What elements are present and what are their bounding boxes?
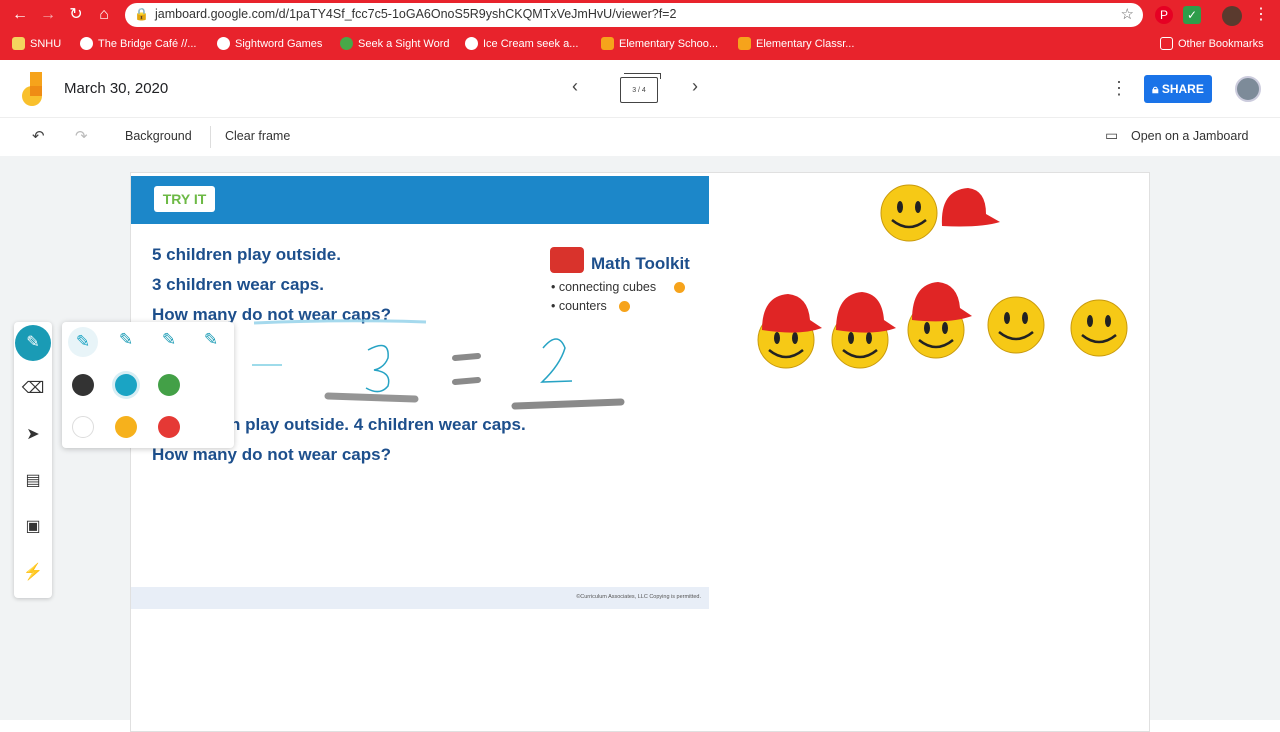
clear-frame-button[interactable]: Clear frame — [225, 129, 290, 143]
profile-avatar[interactable] — [1222, 6, 1242, 26]
handwriting-layer — [252, 338, 625, 410]
url-text: jamboard.google.com/d/1paTY4Sf_fcc7c5-1o… — [155, 7, 677, 21]
pen-tool-icon[interactable]: ✎ — [15, 325, 51, 361]
color-swatch-black[interactable] — [72, 374, 94, 396]
forward-icon[interactable]: → — [38, 5, 58, 25]
redo-icon[interactable]: ↷ — [75, 127, 88, 145]
bookmark-item[interactable]: SNHU — [12, 37, 61, 50]
jam-title[interactable]: March 30, 2020 — [64, 80, 168, 97]
lock-icon: 🔒︎ — [1152, 82, 1162, 96]
sticky-note-icon[interactable]: ▤ — [14, 470, 52, 490]
worksheet-line: 3 children wear caps. — [152, 275, 324, 294]
browser-chrome: ← → ↻ ⌂ 🔒 jamboard.google.com/d/1paTY4Sf… — [0, 0, 1280, 60]
frame-counter[interactable]: 3 / 4 — [620, 73, 661, 103]
cast-icon[interactable]: ▭ — [1105, 127, 1118, 144]
try-it-badge: TRY IT — [154, 186, 215, 212]
lock-icon: 🔒 — [134, 7, 149, 21]
worksheet-footer: ©Curriculum Associates, LLC Copying is p… — [131, 587, 709, 609]
pen-type-icon[interactable]: ✎ — [68, 327, 98, 357]
red-cap-sticker[interactable] — [941, 188, 1000, 227]
laser-icon[interactable]: ⚡ — [14, 562, 52, 582]
jamboard-logo — [22, 72, 42, 106]
bookmark-item[interactable]: Seek a Sight Word — [340, 37, 450, 50]
pen-options-popup: ✎ ✎ ✎ ✎ — [62, 322, 234, 448]
account-avatar[interactable] — [1235, 76, 1261, 102]
extension-icon[interactable]: ✓ — [1183, 6, 1201, 24]
worksheet-line: 5 children play outside. — [152, 245, 341, 264]
bookmark-item[interactable]: Ice Cream seek a... — [465, 37, 578, 50]
smiley-sticker[interactable] — [1070, 299, 1128, 357]
divider — [210, 126, 211, 148]
background-button[interactable]: Background — [125, 129, 192, 143]
pinterest-icon[interactable]: P — [1155, 6, 1173, 24]
color-swatch-yellow[interactable] — [115, 416, 137, 438]
smiley-sticker[interactable] — [880, 184, 938, 242]
back-icon[interactable]: ← — [10, 5, 30, 25]
smiley-with-cap[interactable] — [757, 294, 822, 369]
address-row: ← → ↻ ⌂ 🔒 jamboard.google.com/d/1paTY4Sf… — [0, 0, 1280, 30]
sticker-layer — [757, 184, 1128, 369]
bookmark-item[interactable]: Elementary Classr... — [738, 37, 854, 50]
worksheet-question: How many do not wear caps? — [152, 445, 391, 464]
frame-toolbar: ↶ ↷ Background Clear frame ▭ Open on a J… — [0, 118, 1280, 156]
counter-icon — [619, 301, 630, 312]
smiley-with-cap[interactable] — [907, 282, 972, 359]
smiley-sticker[interactable] — [987, 296, 1045, 354]
browser-menu-icon[interactable]: ⋮ — [1251, 5, 1271, 25]
share-button[interactable]: 🔒︎ SHARE — [1144, 75, 1212, 103]
bookmark-item[interactable]: Elementary Schoo... — [601, 37, 718, 50]
smiley-with-cap[interactable] — [831, 292, 896, 369]
math-toolkit-title: Math Toolkit — [591, 254, 690, 273]
home-icon[interactable]: ⌂ — [94, 5, 114, 25]
bookmark-star-icon[interactable]: ☆ — [1121, 5, 1134, 23]
eraser-icon[interactable]: ⌫ — [14, 378, 52, 398]
undo-icon[interactable]: ↶ — [32, 127, 45, 145]
reload-icon[interactable]: ↻ — [66, 5, 86, 25]
color-swatch-white[interactable] — [72, 416, 94, 438]
select-icon[interactable]: ➤ — [14, 424, 52, 444]
color-swatch-blue[interactable] — [115, 374, 137, 396]
toolbox-icon — [550, 247, 584, 273]
jamboard-header: March 30, 2020 ‹ 3 / 4 › ⋮ 🔒︎ SHARE — [0, 60, 1280, 118]
add-image-icon[interactable]: ▣ — [14, 516, 52, 536]
more-options-icon[interactable]: ⋮ — [1110, 78, 1128, 99]
next-frame-icon[interactable]: › — [692, 76, 698, 97]
url-bar[interactable]: 🔒 jamboard.google.com/d/1paTY4Sf_fcc7c5-… — [125, 3, 1143, 27]
bookmarks-bar: SNHU The Bridge Café //... Sightword Gam… — [0, 32, 1280, 58]
tool-rail: ⌫ ➤ ▤ ▣ ⚡ — [14, 322, 52, 598]
color-swatch-green[interactable] — [158, 374, 180, 396]
toolkit-item: • connecting cubes — [551, 280, 657, 294]
prev-frame-icon[interactable]: ‹ — [572, 76, 578, 97]
worksheet-header-band — [131, 176, 709, 224]
cube-icon — [674, 282, 685, 293]
other-bookmarks[interactable]: Other Bookmarks — [1160, 37, 1264, 50]
bookmark-item[interactable]: The Bridge Café //... — [80, 37, 196, 50]
highlighter-type-icon[interactable]: ✎ — [154, 330, 184, 350]
bookmark-item[interactable]: Sightword Games — [217, 37, 322, 50]
marker-type-icon[interactable]: ✎ — [111, 330, 141, 350]
brush-type-icon[interactable]: ✎ — [196, 330, 226, 350]
toolkit-item: • counters — [551, 299, 607, 313]
open-on-jamboard-button[interactable]: Open on a Jamboard — [1131, 129, 1248, 143]
color-swatch-red[interactable] — [158, 416, 180, 438]
